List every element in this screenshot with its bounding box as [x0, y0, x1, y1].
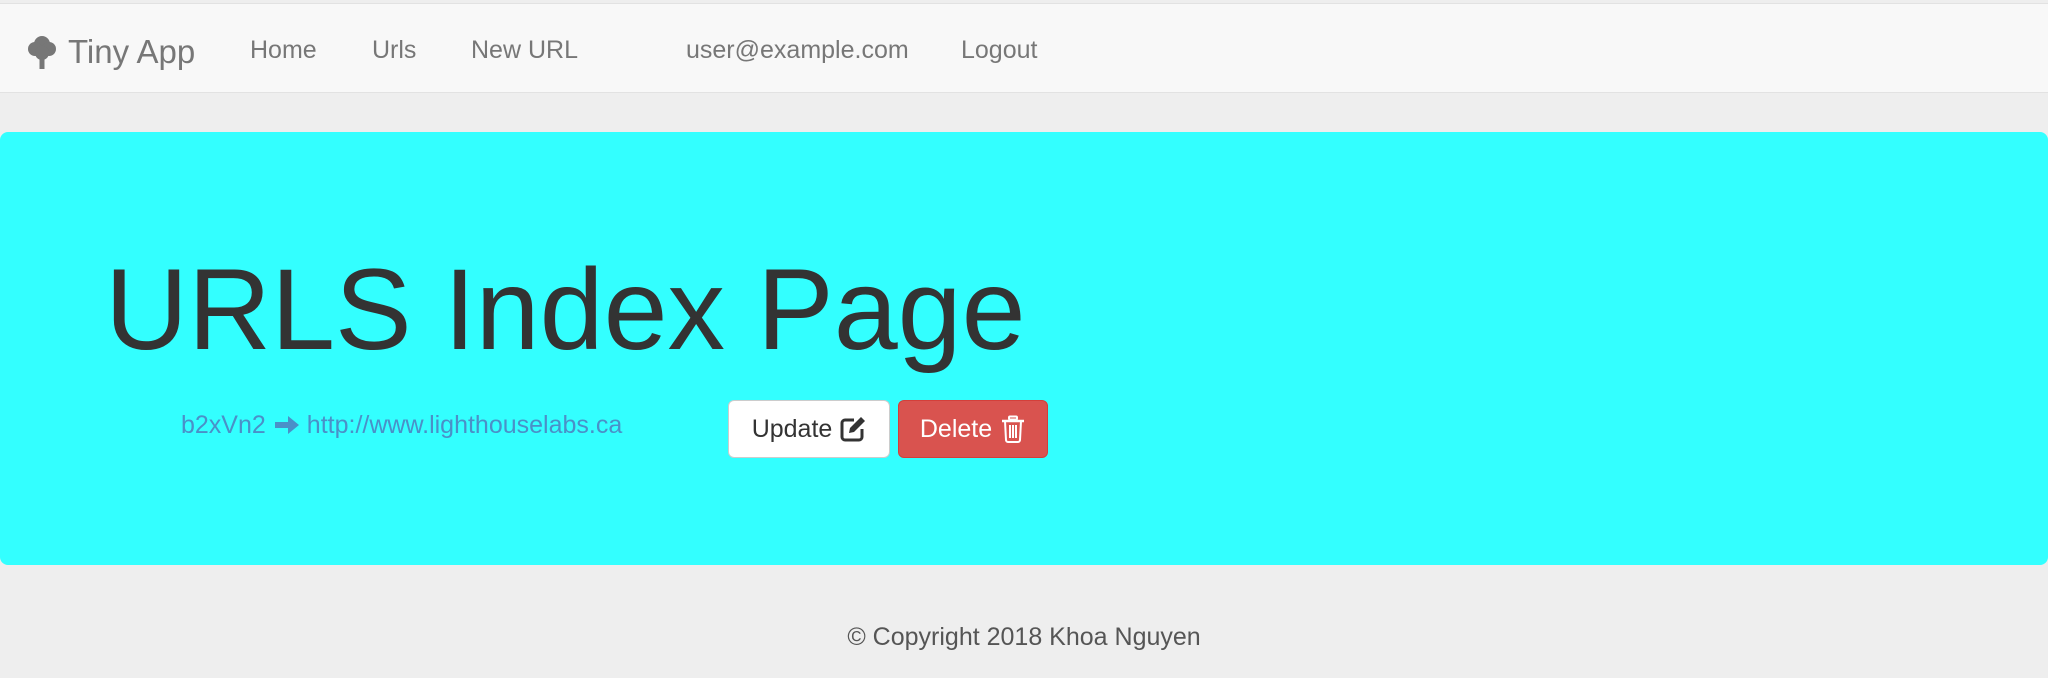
trash-icon [1002, 415, 1025, 443]
update-button-label: Update [751, 414, 833, 443]
edit-icon [840, 417, 866, 442]
brand-text: Tiny App [68, 33, 196, 70]
url-entry: b2xVn2 http://www.lighthouselabs.ca [181, 409, 622, 441]
page-title: URLS Index Page [105, 246, 1026, 374]
logout-link[interactable]: Logout [961, 32, 1037, 68]
nav-home-link[interactable]: Home [250, 32, 317, 68]
nav-new-url-link[interactable]: New URL [471, 32, 578, 68]
user-email-link[interactable]: user@example.com [686, 32, 909, 68]
long-url-link[interactable]: http://www.lighthouselabs.ca [307, 409, 622, 441]
delete-button-label: Delete [919, 414, 993, 443]
tree-icon [28, 36, 56, 69]
short-url-link[interactable]: b2xVn2 [181, 409, 266, 441]
arrow-right-icon [274, 416, 299, 434]
navbar: Tiny App Home Urls New URL user@example.… [0, 3, 2048, 93]
footer-copyright: © Copyright 2018 Khoa Nguyen [847, 623, 1201, 651]
update-button[interactable]: Update [728, 400, 890, 458]
brand-link[interactable]: Tiny App [27, 32, 195, 72]
delete-button[interactable]: Delete [898, 400, 1048, 458]
nav-urls-link[interactable]: Urls [372, 32, 416, 68]
